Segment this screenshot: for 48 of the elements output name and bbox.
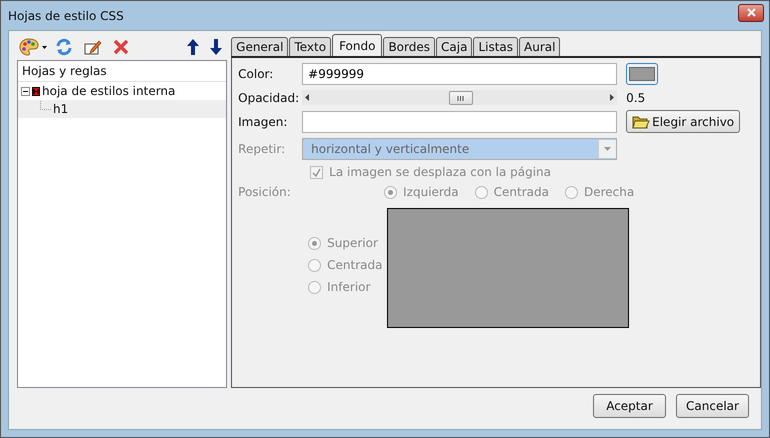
radio-label: Centrada <box>494 185 549 199</box>
opacity-slider[interactable] <box>302 90 618 105</box>
image-field[interactable] <box>302 110 618 132</box>
tab[interactable]: Texto <box>289 37 332 56</box>
tab[interactable]: Fondo <box>332 34 382 56</box>
check-icon <box>312 168 322 176</box>
tab[interactable]: Caja <box>436 37 472 56</box>
down-arrow-icon[interactable] <box>210 39 222 55</box>
tab[interactable]: General <box>231 37 288 56</box>
left-arrow-icon[interactable] <box>305 94 310 101</box>
opacity-value: 0.5 <box>626 90 646 104</box>
tab[interactable]: Bordes <box>383 37 436 56</box>
field-label: Posición: <box>238 185 292 199</box>
tab[interactable]: Aural <box>519 37 560 56</box>
column-header: Hojas y reglas <box>18 61 226 82</box>
folder-icon <box>632 114 650 128</box>
cancel-button[interactable]: Cancelar <box>676 394 749 418</box>
palette-icon[interactable] <box>19 38 39 56</box>
grip-icon <box>457 96 464 100</box>
radio-label: Izquierda <box>403 185 459 199</box>
slider-thumb[interactable] <box>448 91 473 105</box>
choose-file-button[interactable]: Elegir archivo <box>626 110 740 133</box>
tab[interactable]: Listas <box>473 37 518 56</box>
caret-icon[interactable] <box>42 46 47 48</box>
tree-item[interactable]: hoja de estilos interna <box>18 82 226 100</box>
delete-icon[interactable] <box>113 39 129 55</box>
field-label: Imagen: <box>238 114 288 128</box>
radio-label: Inferior <box>327 280 370 294</box>
radio-label: Superior <box>327 236 378 250</box>
field-label: Opacidad: <box>238 90 296 104</box>
field-label: Repetir: <box>238 142 286 156</box>
edit-icon[interactable] <box>84 38 102 56</box>
window-title: Hojas de estilo CSS <box>8 8 124 22</box>
right-arrow-icon[interactable] <box>610 94 614 101</box>
color-field[interactable]: #999999 <box>302 63 618 85</box>
accept-button[interactable]: Aceptar <box>593 394 666 418</box>
close-button[interactable] <box>738 4 764 22</box>
refresh-icon[interactable] <box>55 38 73 56</box>
close-icon <box>746 8 756 17</box>
stylesheet-icon <box>32 86 40 96</box>
color-picker-button[interactable] <box>626 63 658 85</box>
radio-label: Centrada <box>327 258 382 272</box>
checkbox-label: La imagen se desplaza con la página <box>329 165 552 179</box>
collapse-icon[interactable] <box>21 86 30 96</box>
tree-item[interactable]: h1 <box>18 100 226 118</box>
up-arrow-icon[interactable] <box>187 39 200 55</box>
radio-label: Derecha <box>584 185 634 199</box>
field-label: Color: <box>238 67 274 81</box>
